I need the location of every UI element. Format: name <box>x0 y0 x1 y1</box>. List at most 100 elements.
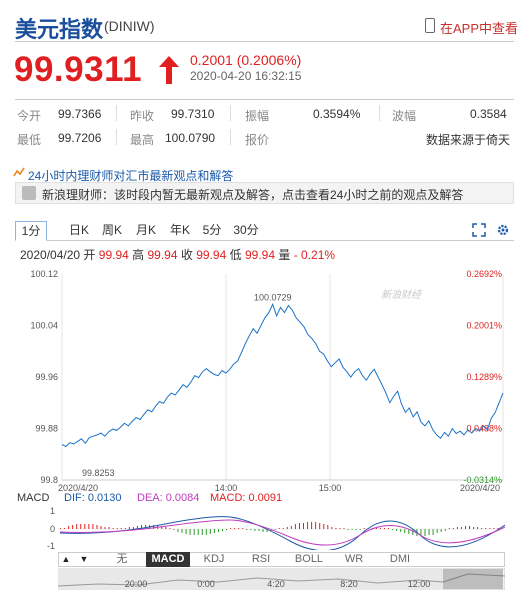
macd-bar <box>473 527 475 529</box>
info-low-label: 低 <box>229 248 242 262</box>
macd-bar <box>396 529 398 531</box>
settings-icon[interactable] <box>496 223 510 237</box>
macd-bar <box>165 527 167 529</box>
macd-bar <box>68 526 70 529</box>
tab-yearly-k[interactable]: 年K <box>167 221 193 239</box>
trend-icon <box>13 167 25 177</box>
nav-time-2: 4:20 <box>267 579 285 589</box>
open-in-app-link[interactable]: 在APP中查看 <box>440 18 518 37</box>
divider <box>15 99 514 100</box>
x-tick-label: 14:00 <box>215 483 238 492</box>
chart-grid <box>61 274 504 481</box>
macd-bar <box>424 529 426 536</box>
info-date: 2020/04/20 <box>20 248 81 262</box>
y-tick-label: 99.88 <box>35 424 58 434</box>
divider <box>379 105 380 121</box>
macd-bar <box>375 528 377 529</box>
macd-bar <box>460 527 462 529</box>
tab-weekly-k[interactable]: 周K <box>99 221 125 239</box>
macd-bar <box>485 528 487 529</box>
macd-bar <box>384 528 385 529</box>
macd-bar <box>250 529 252 530</box>
macd-bar <box>96 525 98 529</box>
indicator-macd[interactable]: MACD <box>146 552 190 567</box>
macd-bar <box>282 528 284 529</box>
macd-bar <box>481 528 483 529</box>
tab-30min[interactable]: 30分 <box>231 221 261 239</box>
macd-bar <box>209 529 211 534</box>
y-tick-label: 99.8 <box>40 475 58 485</box>
macd-bar <box>197 529 199 535</box>
page-title: 美元指数 <box>15 17 104 42</box>
y-tick-label: 100.04 <box>30 321 58 331</box>
macd-bar <box>120 528 122 529</box>
macd-bar <box>189 529 191 535</box>
info-volume-label: 量 <box>278 248 291 262</box>
macd-bar <box>254 529 256 531</box>
range-navigator[interactable]: 20:00 0:00 4:20 8:20 12:00 <box>58 568 505 590</box>
macd-bar <box>88 524 90 529</box>
macd-bar <box>355 529 357 530</box>
macd-bar <box>278 528 280 529</box>
macd-bar <box>60 528 61 529</box>
data-source: 数据来源于倚天 <box>426 133 511 147</box>
macd-bar <box>343 528 345 529</box>
indicator-dmi[interactable]: DMI <box>384 552 416 567</box>
quote-timestamp: 2020-04-20 16:32:15 <box>190 69 302 83</box>
macd-dea: DEA: 0.0084 <box>137 492 200 504</box>
annotation-high: 100.0729 <box>254 292 292 302</box>
navigator-handle[interactable] <box>443 569 503 589</box>
macd-bar <box>351 529 353 530</box>
scroll-up-icon[interactable]: ▲ <box>60 552 72 567</box>
tab-daily-k[interactable]: 日K <box>66 221 92 239</box>
fullscreen-icon[interactable] <box>472 223 486 237</box>
macd-dif: DIF: 0.0130 <box>64 492 122 504</box>
macd-bar <box>84 524 86 529</box>
macd-bar <box>432 529 434 535</box>
macd-bar <box>319 523 321 529</box>
macd-dea-line <box>59 519 506 546</box>
macd-bar <box>331 527 333 529</box>
indicator-wr[interactable]: WR <box>340 552 368 567</box>
macd-bar <box>217 529 219 532</box>
x-axis-labels: 2020/4/20 14:00 15:00 2020/4/20 <box>58 483 500 492</box>
macd-bar <box>428 529 430 535</box>
nav-time-1: 0:00 <box>197 579 215 589</box>
tab-1min[interactable]: 1分 <box>15 221 47 241</box>
phone-icon[interactable] <box>425 18 435 33</box>
macd-bar <box>469 526 471 529</box>
price-chart[interactable]: 100.12 100.04 99.96 99.88 99.8 0.2692% 0.2001… <box>0 262 529 492</box>
indicator-none[interactable]: 无 <box>110 552 134 567</box>
avatar <box>22 186 36 200</box>
macd-bar <box>258 529 260 531</box>
macd-bar <box>477 527 479 529</box>
macd-bar <box>226 529 228 530</box>
macd-bar <box>379 528 381 529</box>
pct-tick-label: 0.0488% <box>466 424 502 434</box>
price-change: 0.2001 (0.2006%) <box>190 52 302 68</box>
indicator-kdj[interactable]: KDJ <box>198 552 230 567</box>
macd-bar <box>193 529 195 535</box>
stat-label-quote: 报价 <box>245 133 270 147</box>
y-tick-label: 100.12 <box>30 269 58 279</box>
symbol-code: (DINIW) <box>104 18 155 34</box>
indicator-boll[interactable]: BOLL <box>291 552 327 567</box>
tab-5min[interactable]: 5分 <box>201 221 223 239</box>
scroll-down-icon[interactable]: ▼ <box>78 552 90 567</box>
macd-bar <box>452 528 454 529</box>
macd-bar <box>489 528 491 529</box>
macd-bar <box>132 527 134 529</box>
pct-tick-label: 0.1289% <box>466 372 502 382</box>
tab-monthly-k[interactable]: 月K <box>133 221 159 239</box>
macd-bar <box>108 527 110 529</box>
macd-bar <box>116 528 118 529</box>
y-tick-label: 99.96 <box>35 372 58 382</box>
macd-bar <box>315 522 317 529</box>
indicator-rsi[interactable]: RSI <box>246 552 276 567</box>
macd-bar <box>286 527 288 529</box>
y-axis-labels: 100.12 100.04 99.96 99.88 99.8 <box>30 269 58 485</box>
macd-bar <box>234 528 236 529</box>
stat-label-amplitude: 振幅 <box>245 109 270 123</box>
macd-bar <box>448 528 450 529</box>
news-item-text[interactable]: 新浪理财师：该时段内暂无最新观点及解答，点击查看24小时之前的观点及解答 <box>42 186 463 203</box>
